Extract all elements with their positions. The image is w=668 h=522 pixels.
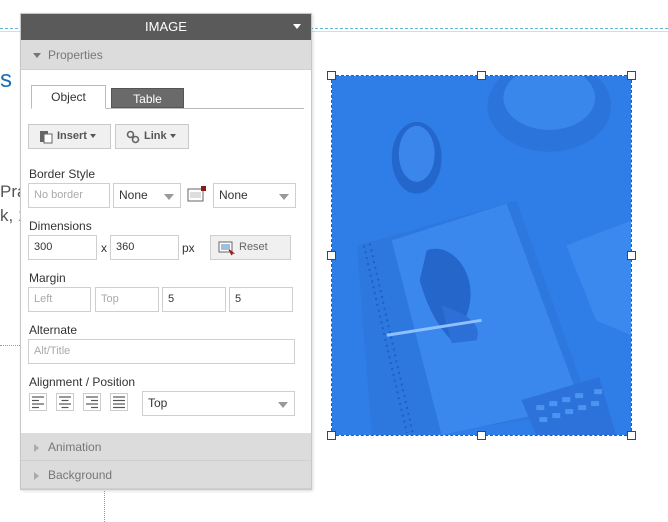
resize-handle-left[interactable] <box>327 251 336 260</box>
collapsed-arrow-icon <box>34 444 39 452</box>
section-properties-label: Properties <box>48 48 103 62</box>
align-justify-icon[interactable] <box>110 393 128 411</box>
margin-label: Margin <box>29 271 66 285</box>
canvas-dotted-guide <box>0 345 22 346</box>
section-background[interactable]: Background <box>21 461 311 489</box>
position-select[interactable]: Top <box>142 391 295 416</box>
resize-handle-right[interactable] <box>627 251 636 260</box>
margin-top-input[interactable]: Top <box>95 287 159 312</box>
insert-button-label: Insert <box>57 130 87 142</box>
resize-handle-top-right[interactable] <box>627 71 636 80</box>
selected-image[interactable] <box>331 75 632 436</box>
image-properties-panel: IMAGE Properties Object Table Insert Lin… <box>20 13 312 490</box>
link-icon <box>126 130 140 144</box>
insert-icon <box>40 131 53 144</box>
position-value: Top <box>148 396 168 410</box>
resize-handle-bottom-left[interactable] <box>327 431 336 440</box>
properties-tabs: Object Table <box>31 85 304 109</box>
section-background-label: Background <box>48 468 113 482</box>
height-input[interactable]: 360 <box>110 235 179 260</box>
border-style-value: None <box>119 188 148 202</box>
panel-title: IMAGE <box>145 19 187 34</box>
expanded-arrow-icon <box>33 53 41 58</box>
margin-bottom-input[interactable]: 5 <box>229 287 293 312</box>
width-input[interactable]: 300 <box>28 235 97 260</box>
section-animation[interactable]: Animation <box>21 433 311 461</box>
section-animation-label: Animation <box>48 440 102 454</box>
properties-body: Object Table Insert Link Border Style No… <box>21 70 311 433</box>
margin-left-input[interactable]: Left <box>28 287 91 312</box>
dimension-separator: x <box>101 241 107 255</box>
align-right-icon[interactable] <box>83 393 101 411</box>
margin-right-input[interactable]: 5 <box>162 287 226 312</box>
tab-table[interactable]: Table <box>111 88 184 108</box>
link-button-label: Link <box>144 130 167 142</box>
insert-button[interactable]: Insert <box>28 124 111 149</box>
dimensions-label: Dimensions <box>29 219 92 233</box>
dimension-unit: px <box>182 241 195 255</box>
reset-icon <box>218 241 235 256</box>
resize-handle-top[interactable] <box>477 71 486 80</box>
align-center-icon[interactable] <box>56 393 74 411</box>
border-style-select[interactable]: None <box>113 183 181 208</box>
section-properties[interactable]: Properties <box>21 40 311 70</box>
border-color-select[interactable]: None <box>213 183 296 208</box>
alternate-label: Alternate <box>29 323 78 337</box>
border-width-input[interactable]: No border <box>28 183 110 208</box>
border-color-value: None <box>219 188 248 202</box>
align-left-icon[interactable] <box>29 393 47 411</box>
canvas-dotted-guide-vertical <box>104 488 105 522</box>
border-style-label: Border Style <box>29 167 96 181</box>
alt-title-input[interactable]: Alt/Title <box>28 339 295 364</box>
resize-handle-top-left[interactable] <box>327 71 336 80</box>
resize-handle-bottom-right[interactable] <box>627 431 636 440</box>
collapsed-arrow-icon <box>34 472 39 480</box>
alignment-label: Alignment / Position <box>29 375 136 389</box>
panel-collapse-icon[interactable] <box>293 24 301 29</box>
resize-handle-bottom[interactable] <box>477 431 486 440</box>
reset-dimensions-button[interactable]: Reset <box>210 235 291 260</box>
tab-object[interactable]: Object <box>31 85 106 109</box>
border-color-picker-icon[interactable] <box>187 185 207 203</box>
background-heading-fragment: s <box>0 66 12 93</box>
image-desk-photo <box>332 76 631 435</box>
link-button[interactable]: Link <box>115 124 189 149</box>
panel-header[interactable]: IMAGE <box>21 14 311 40</box>
reset-button-label: Reset <box>239 241 268 253</box>
alignment-buttons <box>29 393 139 411</box>
